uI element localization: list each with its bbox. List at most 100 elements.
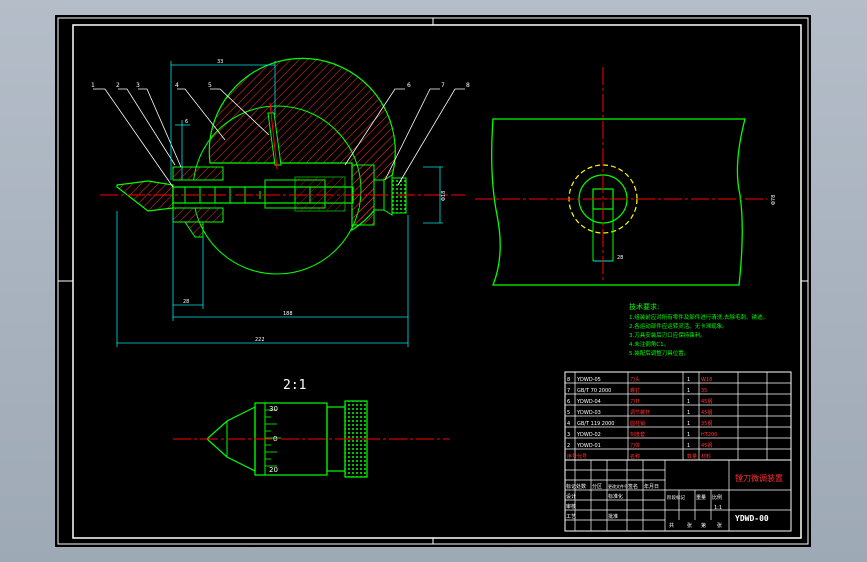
notes-line-1: 1.组装前应对所有零件及部件进行清洗,去除毛刺、锈迹。 xyxy=(629,313,768,321)
tb-label-change: 更改文件号 xyxy=(608,483,628,489)
upper-sleeve xyxy=(172,166,224,181)
detail-view: 2:1 30 0 20 xyxy=(173,378,450,478)
parts-cell-material: 45钢 xyxy=(701,442,712,449)
scale-mark-bottom: 20 xyxy=(269,466,278,474)
tb-stage-mark: 阶段标记 xyxy=(667,494,685,501)
tb-label-zone: 分区 xyxy=(592,483,602,490)
drawing-number: YDWD-00 xyxy=(735,514,769,523)
parts-cell-name: 调节螺杆 xyxy=(630,409,650,416)
parts-cell-name: 刀杆 xyxy=(630,398,640,405)
tb-label-count: 处数 xyxy=(576,483,586,490)
tb-sheet-no: 第 xyxy=(701,522,706,529)
notes-line-3: 3.刀具安装后刃口应保持锋利。 xyxy=(629,331,706,339)
tb-role-design: 设计 xyxy=(566,493,576,500)
parts-cell-name: 刻度套 xyxy=(630,431,645,438)
tb-scale-value: 1:1 xyxy=(714,505,722,511)
part-label-5: 5 xyxy=(208,82,212,89)
parts-header-name: 名称 xyxy=(630,453,640,460)
parts-cell-qty: 1 xyxy=(687,377,690,383)
cad-viewport[interactable]: 1 2 3 4 5 6 7 8 33 6 28 188 222 Φ18 28 Φ… xyxy=(0,0,867,562)
cutter-tip xyxy=(116,180,174,212)
part-label-1: 1 xyxy=(91,82,95,89)
outer-frame xyxy=(57,17,809,545)
notes-line-4: 4.未注倒角C1。 xyxy=(629,340,669,348)
drawing-title: 镗刀微调装置 xyxy=(735,473,783,483)
parts-cell-no: 7 xyxy=(567,388,570,394)
parts-cell-code: GB/T 119 2000 xyxy=(577,421,615,427)
lower-sleeve xyxy=(172,207,224,223)
parts-cell-no: 4 xyxy=(567,421,570,427)
dim-side-small: 28 xyxy=(617,255,623,261)
tb-role-std: 标准化 xyxy=(608,493,623,500)
title-block: 标记 处数 分区 更改文件号 签名 年月日 设计 标准化 审核 工艺 批准 阶段… xyxy=(564,459,792,532)
parts-header-code: 代号 xyxy=(577,453,587,460)
tb-weight: 重量 xyxy=(696,494,706,501)
dim-side-right: Φ78 xyxy=(771,195,777,205)
parts-cell-name: 圆柱销 xyxy=(630,420,645,427)
parts-cell-no: 8 xyxy=(567,377,570,383)
parts-list: 8 YDWD-05 刀头 1 W187 GB/T 70 2000 螺钉 1 356 YDWD-04… xyxy=(564,371,792,461)
parts-cell-qty: 1 xyxy=(687,443,690,449)
parts-cell-code: YDWD-01 xyxy=(576,443,601,449)
parts-cell-qty: 1 xyxy=(687,399,690,405)
part-label-2: 2 xyxy=(116,82,120,89)
technical-notes: 技术要求: 1.组装前应对所有零件及部件进行清洗,去除毛刺、锈迹。 2.各运动部… xyxy=(629,302,768,357)
parts-cell-code: YDWD-02 xyxy=(576,432,601,438)
dim-bottom-3: 222 xyxy=(255,337,265,343)
inner-frame xyxy=(72,24,802,539)
notes-line-5: 5.装配后调整刀具位置。 xyxy=(629,349,689,357)
tb-scale-header: 比例 xyxy=(712,494,722,501)
parts-cell-material: 45钢 xyxy=(701,409,712,416)
parts-cell-material: HT200 xyxy=(701,432,717,438)
part-label-7: 7 xyxy=(441,82,445,89)
main-section-view xyxy=(100,57,465,275)
parts-cell-no: 2 xyxy=(567,443,570,449)
parts-cell-qty: 1 xyxy=(687,410,690,416)
parts-cell-code: YDWD-03 xyxy=(576,410,601,416)
part-label-3: 3 xyxy=(136,82,140,89)
tb-label-mark: 标记 xyxy=(566,483,576,490)
tb-label-sign: 签名 xyxy=(628,483,638,490)
parts-header-qty: 数量 xyxy=(687,453,697,460)
tb-sheet-unit2: 张 xyxy=(717,522,722,529)
parts-cell-material: 35钢 xyxy=(701,420,712,427)
scale-mark-top: 30 xyxy=(269,405,278,413)
side-view: 28 Φ78 xyxy=(475,67,777,286)
parts-cell-qty: 1 xyxy=(687,421,690,427)
part-label-8: 8 xyxy=(466,82,470,89)
parts-cell-code: YDWD-05 xyxy=(576,377,601,383)
tb-sheet-total: 共 xyxy=(669,522,674,529)
notes-heading: 技术要求: xyxy=(629,302,659,311)
dim-left-small: 6 xyxy=(185,119,188,125)
parts-cell-name: 螺钉 xyxy=(630,387,640,394)
parts-cell-material: W18 xyxy=(701,377,712,383)
dim-right-dia: Φ18 xyxy=(441,191,447,201)
parts-cell-name: 刀头 xyxy=(630,376,640,383)
drawing-sheet: 1 2 3 4 5 6 7 8 33 6 28 188 222 Φ18 28 Φ… xyxy=(55,15,811,547)
scale-label: 2:1 xyxy=(283,378,306,393)
parts-cell-no: 3 xyxy=(567,432,570,438)
dim-bottom-1: 28 xyxy=(183,299,189,305)
parts-cell-qty: 1 xyxy=(687,388,690,394)
dim-top: 33 xyxy=(217,59,223,65)
tb-role-review: 审核 xyxy=(566,503,576,510)
tb-role-process: 工艺 xyxy=(566,514,576,520)
parts-header-material: 材料 xyxy=(701,453,711,460)
parts-cell-no: 6 xyxy=(567,399,570,405)
parts-cell-no: 5 xyxy=(567,410,570,416)
part-label-6: 6 xyxy=(407,82,411,89)
parts-cell-material: 45钢 xyxy=(701,398,712,405)
parts-cell-material: 35 xyxy=(701,388,707,394)
tb-role-approve: 批准 xyxy=(608,513,618,520)
parts-cell-code: YDWD-04 xyxy=(576,399,601,405)
tb-label-date: 年月日 xyxy=(644,483,659,490)
parts-cell-name: 刀体 xyxy=(630,442,640,449)
notes-line-2: 2.各运动部件应运转灵活、无卡滞现象。 xyxy=(629,322,728,330)
dim-bottom-2: 188 xyxy=(283,311,293,317)
tb-sheet-unit1: 张 xyxy=(687,522,692,529)
parts-cell-qty: 1 xyxy=(687,432,690,438)
cad-drawing: 1 2 3 4 5 6 7 8 33 6 28 188 222 Φ18 28 Φ… xyxy=(57,17,809,545)
part-label-4: 4 xyxy=(175,82,179,89)
parts-cell-code: GB/T 70 2000 xyxy=(577,388,611,394)
parts-header-no: 序号 xyxy=(567,453,577,460)
